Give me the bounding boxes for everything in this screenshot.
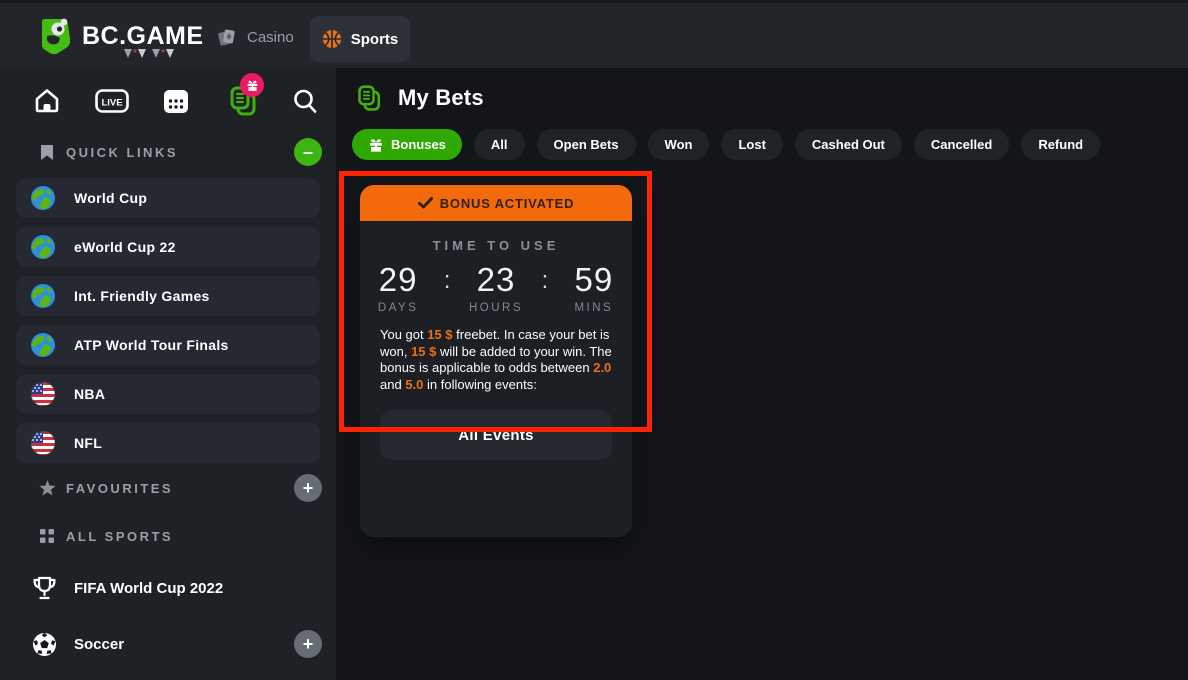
countdown-separator: : <box>436 261 458 295</box>
my-bets-page-icon <box>356 84 384 112</box>
filter-chip-open-bets[interactable]: Open Bets <box>537 129 636 160</box>
countdown-separator: : <box>534 261 556 295</box>
filter-chip-refund[interactable]: Refund <box>1021 129 1100 160</box>
quick-link-eworld-cup-22[interactable]: eWorld Cup 22 <box>16 227 320 267</box>
quick-link-world-cup[interactable]: World Cup <box>16 178 320 218</box>
filter-chip-bonuses[interactable]: Bonuses <box>352 129 462 160</box>
filter-chip-lost[interactable]: Lost <box>721 129 782 160</box>
filter-chip-all[interactable]: All <box>474 129 525 160</box>
all-sports-header-row: ALL SPORTS <box>0 522 336 550</box>
filter-chip-cashed-out[interactable]: Cashed Out <box>795 129 902 160</box>
sidebar-item-fifa-world-cup[interactable]: FIFA World Cup 2022 <box>0 572 336 604</box>
all-sports-header: ALL SPORTS <box>66 529 173 544</box>
expand-soccer-button[interactable]: + <box>294 630 322 658</box>
topbar: BC.GAME Casino <box>0 0 1188 68</box>
globe-icon <box>30 185 56 211</box>
gift-icon <box>368 137 384 153</box>
sidebar-item-label: Soccer <box>74 636 124 653</box>
bonus-description: You got 15 $ freebet. In case your bet i… <box>380 327 612 393</box>
grid-icon <box>38 529 56 543</box>
countdown-days: 29 DAYS <box>360 261 436 314</box>
quick-links-header-row: QUICK LINKS – <box>0 138 336 166</box>
globe-icon <box>30 234 56 260</box>
filter-chip-cancelled[interactable]: Cancelled <box>914 129 1009 160</box>
calendar-icon[interactable] <box>159 84 193 118</box>
brand-name: BC.GAME <box>82 22 204 51</box>
filter-chip-won[interactable]: Won <box>648 129 710 160</box>
bcgame-logo-icon <box>34 16 74 56</box>
home-icon[interactable] <box>30 84 64 118</box>
search-icon[interactable] <box>288 84 322 118</box>
star-icon <box>38 480 56 496</box>
countdown-mins: 59 MINS <box>556 261 632 314</box>
page-header: My Bets <box>356 84 484 112</box>
bonus-status-banner: BONUS ACTIVATED <box>360 185 632 221</box>
sidebar-nav-icons: LIVE <box>0 84 336 118</box>
globe-icon <box>30 283 56 309</box>
tab-sports-label: Sports <box>351 31 399 48</box>
filter-chips: Bonuses All Open Bets Won Lost Cashed Ou… <box>352 129 1100 160</box>
all-events-button[interactable]: All Events <box>380 410 612 460</box>
tab-casino[interactable]: Casino <box>216 3 294 71</box>
quick-link-nba[interactable]: NBA <box>16 374 320 414</box>
us-flag-icon <box>30 430 56 456</box>
quick-links-list: World Cup eWorld Cup 22 Int. Friendly Ga… <box>16 178 320 472</box>
bunting-decoration <box>122 49 180 61</box>
main-content: My Bets Bonuses All Open Bets Won Lost C… <box>336 68 1188 680</box>
tab-casino-label: Casino <box>247 29 294 46</box>
countdown-hours: 23 HOURS <box>458 261 534 314</box>
collapse-quick-links-button[interactable]: – <box>294 138 322 166</box>
casino-cards-icon <box>216 26 238 48</box>
favourites-header: FAVOURITES <box>66 481 173 496</box>
bonus-status-label: BONUS ACTIVATED <box>440 196 575 211</box>
timer-title: TIME TO USE <box>360 238 632 253</box>
check-icon <box>418 197 433 209</box>
quick-link-int-friendly-games[interactable]: Int. Friendly Games <box>16 276 320 316</box>
basketball-icon <box>322 29 342 49</box>
quick-link-nfl[interactable]: NFL <box>16 423 320 463</box>
sidebar-item-label: FIFA World Cup 2022 <box>74 580 223 597</box>
promo-badge <box>240 73 264 97</box>
quick-link-atp-world-tour-finals[interactable]: ATP World Tour Finals <box>16 325 320 365</box>
bonus-card: BONUS ACTIVATED TIME TO USE 29 DAYS : 23… <box>360 185 632 537</box>
globe-icon <box>30 332 56 358</box>
page-title: My Bets <box>398 85 484 111</box>
live-icon[interactable]: LIVE <box>95 84 129 118</box>
tab-sports[interactable]: Sports <box>310 16 410 62</box>
bookmark-icon <box>38 144 56 161</box>
add-favourite-button[interactable]: + <box>294 474 322 502</box>
bcgame-logo[interactable]: BC.GAME <box>34 16 204 56</box>
sidebar-item-soccer[interactable]: Soccer + <box>0 628 336 660</box>
countdown-timer: 29 DAYS : 23 HOURS : 59 MINS <box>360 261 632 314</box>
svg-text:LIVE: LIVE <box>101 98 122 109</box>
soccer-ball-icon <box>30 632 58 657</box>
quick-links-header: QUICK LINKS <box>66 145 178 160</box>
us-flag-icon <box>30 381 56 407</box>
sidebar: LIVE <box>0 68 336 680</box>
favourites-header-row: FAVOURITES + <box>0 474 336 502</box>
trophy-icon <box>30 575 58 601</box>
